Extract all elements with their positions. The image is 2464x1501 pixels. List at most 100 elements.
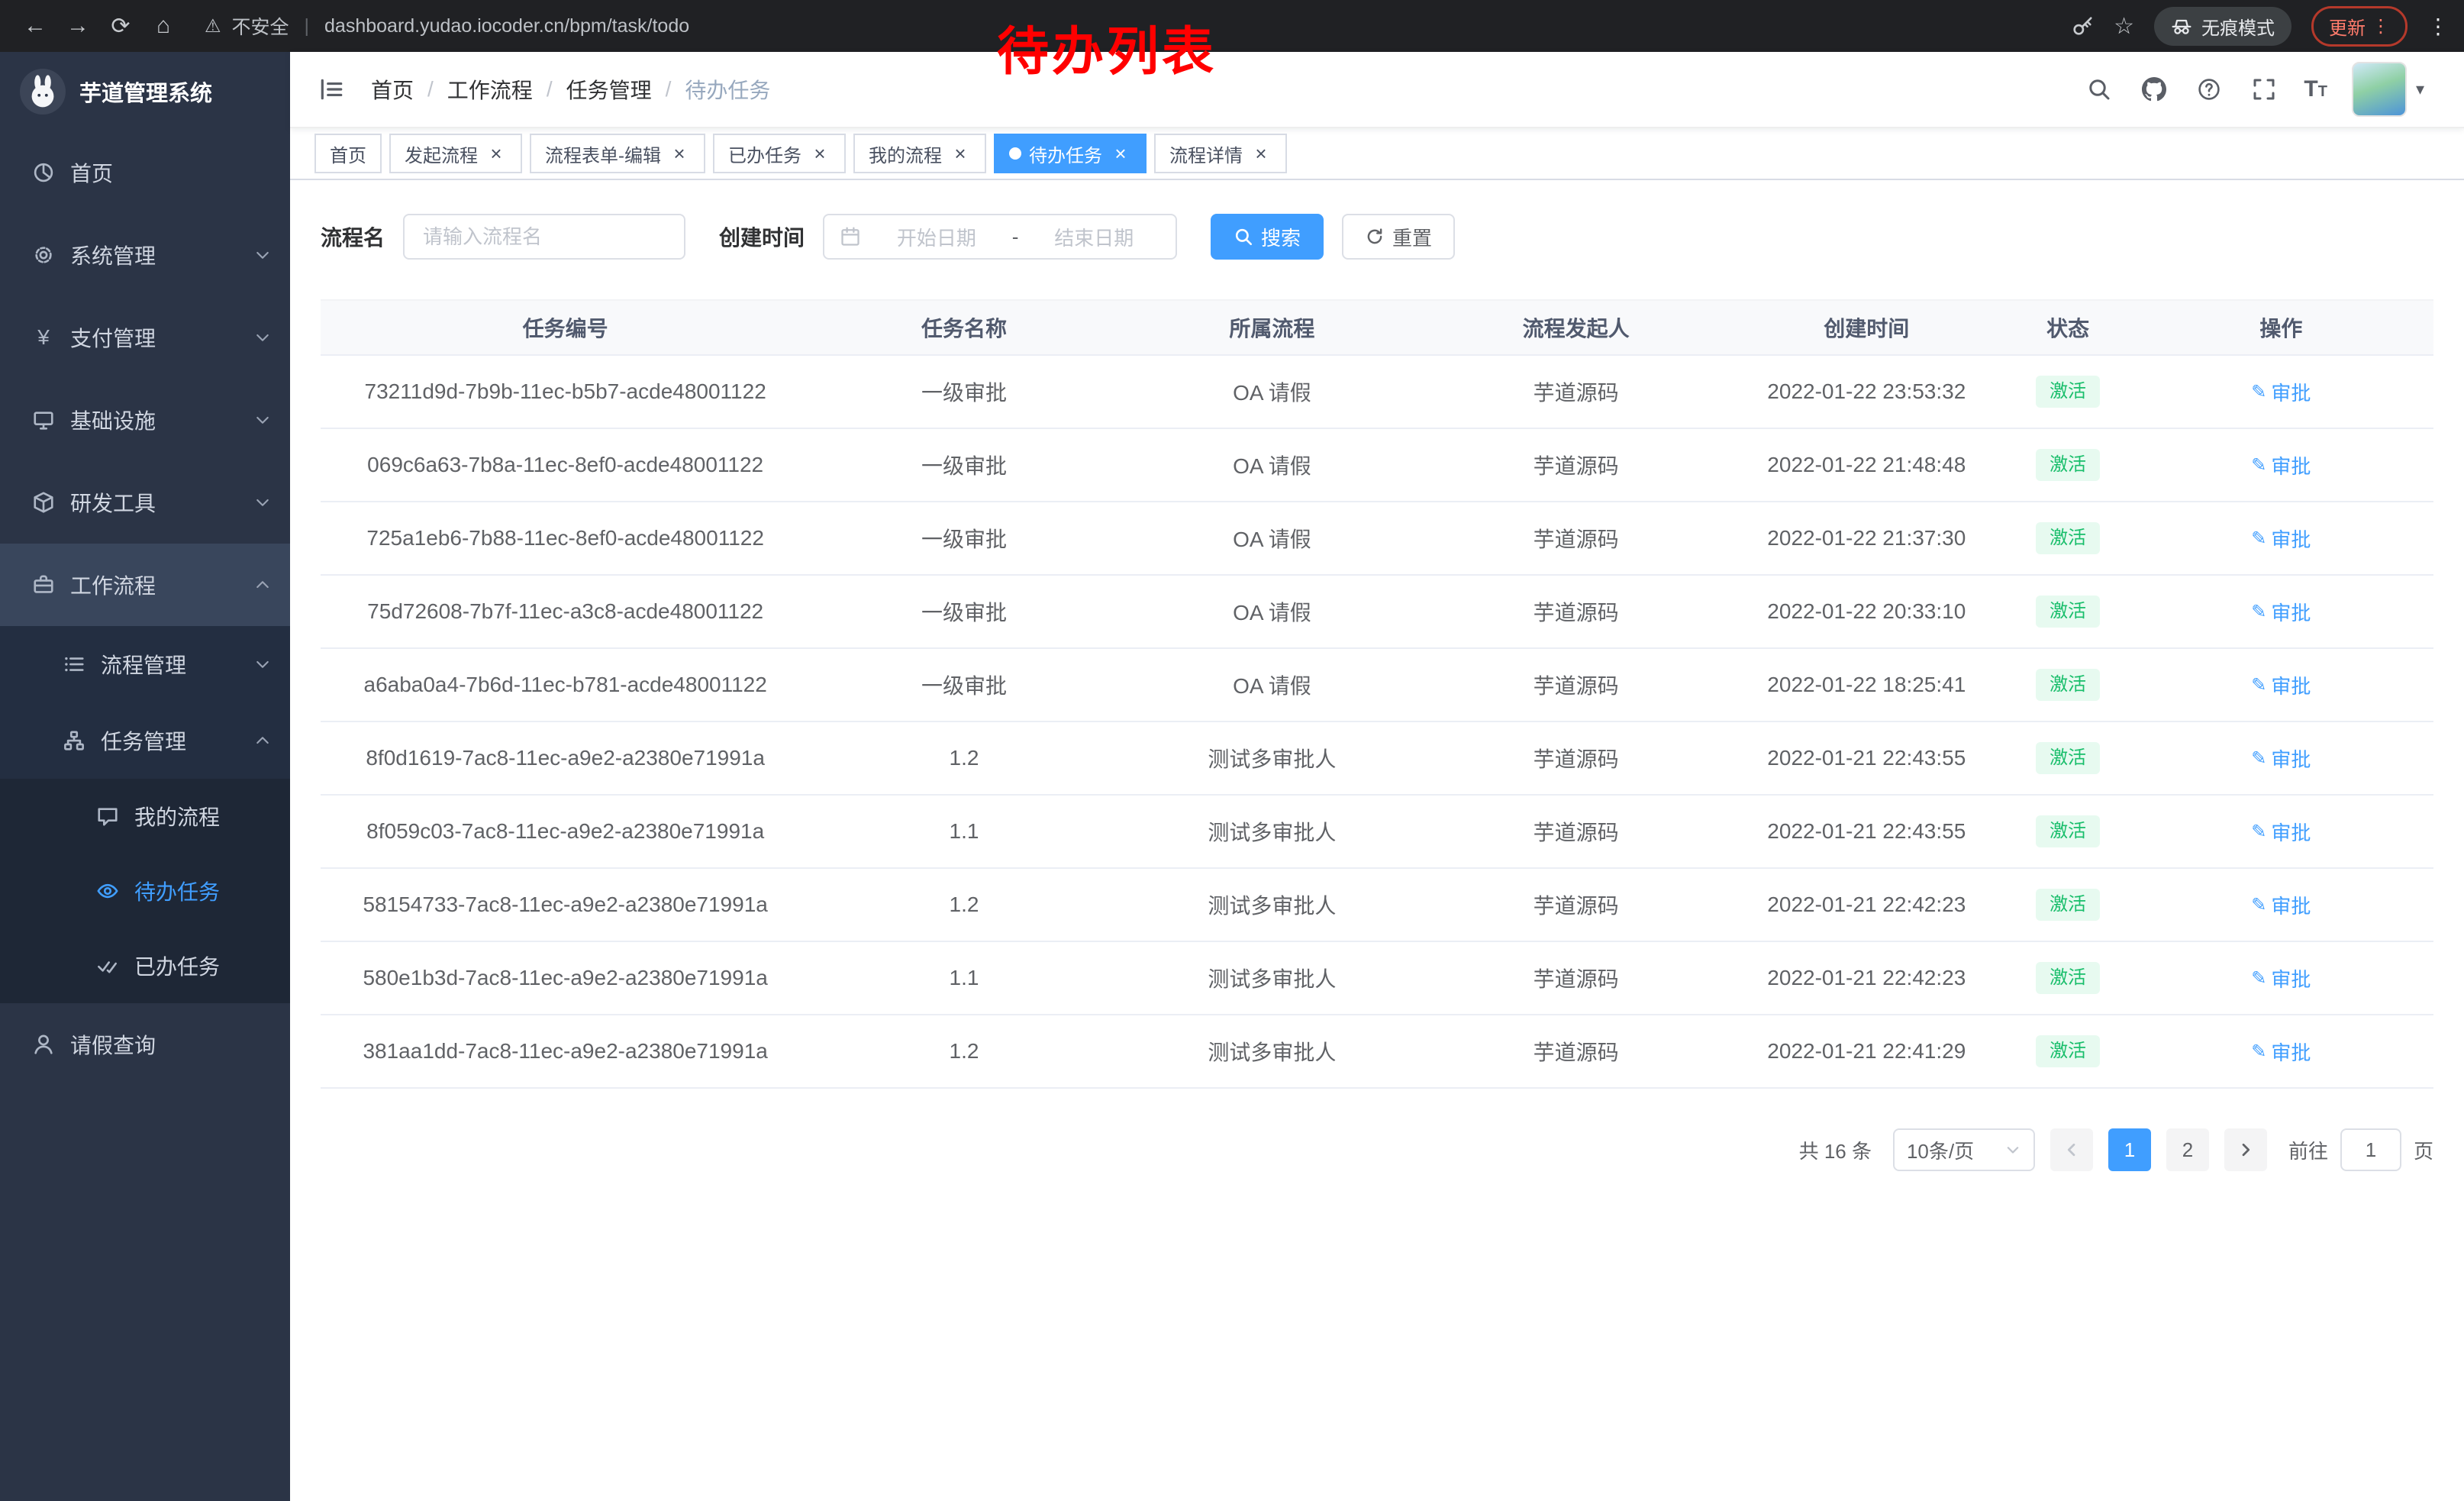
table-row: 8f059c03-7ac8-11ec-a9e2-a2380e71991a1.1测…	[321, 796, 2433, 869]
page-size-value: 10条/页	[1907, 1136, 1974, 1164]
tab-form-edit[interactable]: 流程表单-编辑×	[530, 134, 705, 173]
sidebar-item-devtools[interactable]: 研发工具	[0, 461, 290, 544]
sidebar-item-infrastructure[interactable]: 基础设施	[0, 379, 290, 461]
reset-button-label: 重置	[1392, 223, 1432, 251]
top-navbar: 首页/工作流程/任务管理/待办任务 TT	[290, 52, 2464, 128]
sidebar-item-done-tasks[interactable]: 已办任务	[0, 928, 290, 1003]
tab-label: 流程详情	[1169, 140, 1243, 167]
sidebar-item-system[interactable]: 系统管理	[0, 214, 290, 296]
home-icon[interactable]: ⌂	[144, 6, 183, 46]
table-row: 580e1b3d-7ac8-11ec-a9e2-a2380e71991a1.1测…	[321, 942, 2433, 1015]
sidebar-item-todo-tasks[interactable]: 待办任务	[0, 854, 290, 928]
table-row: 381aa1dd-7ac8-11ec-a9e2-a2380e71991a1.2测…	[321, 1015, 2433, 1089]
tab-start-process[interactable]: 发起流程×	[389, 134, 522, 173]
page-size-select[interactable]: 10条/页	[1893, 1128, 2035, 1171]
annotation-text: 待办列表	[997, 9, 1217, 85]
update-button[interactable]: 更新 ⋮	[2311, 6, 2408, 47]
approve-button[interactable]: ✎审批	[2251, 671, 2311, 699]
page-1[interactable]: 1	[2108, 1128, 2151, 1171]
address-bar[interactable]: ⚠ 不安全 | dashboard.yudao.iocoder.cn/bpm/t…	[205, 12, 689, 40]
close-icon[interactable]: ×	[485, 143, 507, 164]
search-icon[interactable]	[2084, 74, 2114, 105]
approve-button[interactable]: ✎审批	[2251, 1038, 2311, 1066]
user-menu[interactable]: ▾	[2352, 62, 2424, 117]
github-icon[interactable]	[2139, 74, 2169, 105]
close-icon[interactable]: ×	[950, 143, 971, 164]
date-range-picker[interactable]: 开始日期 - 结束日期	[823, 214, 1177, 260]
edit-icon: ✎	[2251, 967, 2266, 989]
breadcrumb-item[interactable]: 首页	[371, 74, 414, 105]
approve-label: 审批	[2271, 378, 2311, 406]
approve-button[interactable]: ✎审批	[2251, 598, 2311, 626]
cell-name: 一级审批	[810, 670, 1118, 700]
tab-process-detail[interactable]: 流程详情 ×	[1154, 134, 1287, 173]
sidebar-item-task-mgmt[interactable]: 任务管理	[0, 702, 290, 779]
close-icon[interactable]: ×	[669, 143, 690, 164]
key-icon[interactable]	[2071, 15, 2094, 37]
cell-action: ✎审批	[2129, 891, 2433, 919]
fontsize-icon[interactable]: TT	[2304, 76, 2327, 102]
next-page-button[interactable]	[2224, 1128, 2267, 1171]
cell-time: 2022-01-21 22:43:55	[1726, 746, 2007, 770]
edit-icon: ✎	[2251, 454, 2266, 476]
reload-icon[interactable]: ⟳	[101, 6, 140, 46]
cell-time: 2022-01-22 21:37:30	[1726, 526, 2007, 550]
star-icon[interactable]: ☆	[2114, 13, 2134, 40]
approve-button[interactable]: ✎审批	[2251, 818, 2311, 846]
cell-id: 58154733-7ac8-11ec-a9e2-a2380e71991a	[321, 893, 810, 917]
tab-my-process[interactable]: 我的流程×	[853, 134, 986, 173]
close-icon[interactable]: ×	[1250, 143, 1272, 164]
column-header: 任务名称	[810, 312, 1118, 343]
reset-button[interactable]: 重置	[1342, 214, 1455, 260]
breadcrumb-separator: /	[427, 77, 434, 102]
approve-button[interactable]: ✎审批	[2251, 451, 2311, 479]
chevron-down-icon	[253, 411, 272, 429]
sidebar-item-label: 流程管理	[101, 649, 253, 679]
approve-button[interactable]: ✎审批	[2251, 744, 2311, 773]
sidebar-item-home[interactable]: 首页	[0, 131, 290, 214]
table-row: 8f0d1619-7ac8-11ec-a9e2-a2380e71991a1.2测…	[321, 722, 2433, 796]
incognito-icon	[2171, 15, 2192, 37]
tab-done-tasks[interactable]: 已办任务 ×	[713, 134, 846, 173]
sidebar-item-process-mgmt[interactable]: 流程管理	[0, 626, 290, 702]
table-row: a6aba0a4-7b6d-11ec-b781-acde48001122一级审批…	[321, 649, 2433, 722]
back-icon[interactable]: ←	[15, 6, 55, 46]
cell-status: 激活	[2007, 669, 2128, 701]
breadcrumb-item[interactable]: 任务管理	[566, 74, 652, 105]
cell-time: 2022-01-22 20:33:10	[1726, 599, 2007, 624]
hamburger-icon[interactable]	[314, 73, 348, 106]
prev-page-button[interactable]	[2050, 1128, 2093, 1171]
approve-button[interactable]: ✎审批	[2251, 891, 2311, 919]
chevron-down-icon	[253, 655, 272, 673]
approve-button[interactable]: ✎审批	[2251, 964, 2311, 993]
sidebar: 芋道管理系统 首页系统管理¥支付管理基础设施研发工具工作流程流程管理任务管理我的…	[0, 52, 290, 1501]
forward-icon[interactable]: →	[58, 6, 98, 46]
close-icon[interactable]: ×	[809, 143, 830, 164]
app-logo[interactable]: 芋道管理系统	[0, 52, 290, 131]
sidebar-item-leave-query[interactable]: 请假查询	[0, 1003, 290, 1086]
sidebar-item-payment[interactable]: ¥支付管理	[0, 296, 290, 379]
fullscreen-icon[interactable]	[2249, 74, 2279, 105]
cell-status: 激活	[2007, 596, 2128, 628]
search-button[interactable]: 搜索	[1211, 214, 1324, 260]
sidebar-item-label: 基础设施	[70, 405, 253, 435]
tab-todo-tasks[interactable]: 待办任务×	[994, 134, 1147, 173]
sidebar-item-my-process[interactable]: 我的流程	[0, 779, 290, 854]
tab-home[interactable]: 首页	[314, 134, 382, 173]
tab-label: 已办任务	[728, 140, 801, 167]
approve-button[interactable]: ✎审批	[2251, 378, 2311, 406]
approve-label: 审批	[2271, 818, 2311, 846]
goto-page-input[interactable]	[2340, 1128, 2401, 1171]
sidebar-item-workflow[interactable]: 工作流程	[0, 544, 290, 626]
approve-button[interactable]: ✎审批	[2251, 525, 2311, 553]
process-name-input[interactable]	[403, 214, 685, 260]
chevron-down-icon	[253, 328, 272, 347]
cell-starter: 芋道源码	[1426, 670, 1726, 700]
page-2[interactable]: 2	[2166, 1128, 2209, 1171]
create-time-label: 创建时间	[719, 221, 805, 252]
help-icon[interactable]	[2194, 74, 2224, 105]
breadcrumb-item[interactable]: 工作流程	[447, 74, 533, 105]
browser-menu-icon[interactable]: ⋮	[2427, 14, 2449, 39]
close-icon[interactable]: ×	[1110, 143, 1131, 164]
cell-action: ✎审批	[2129, 598, 2433, 626]
